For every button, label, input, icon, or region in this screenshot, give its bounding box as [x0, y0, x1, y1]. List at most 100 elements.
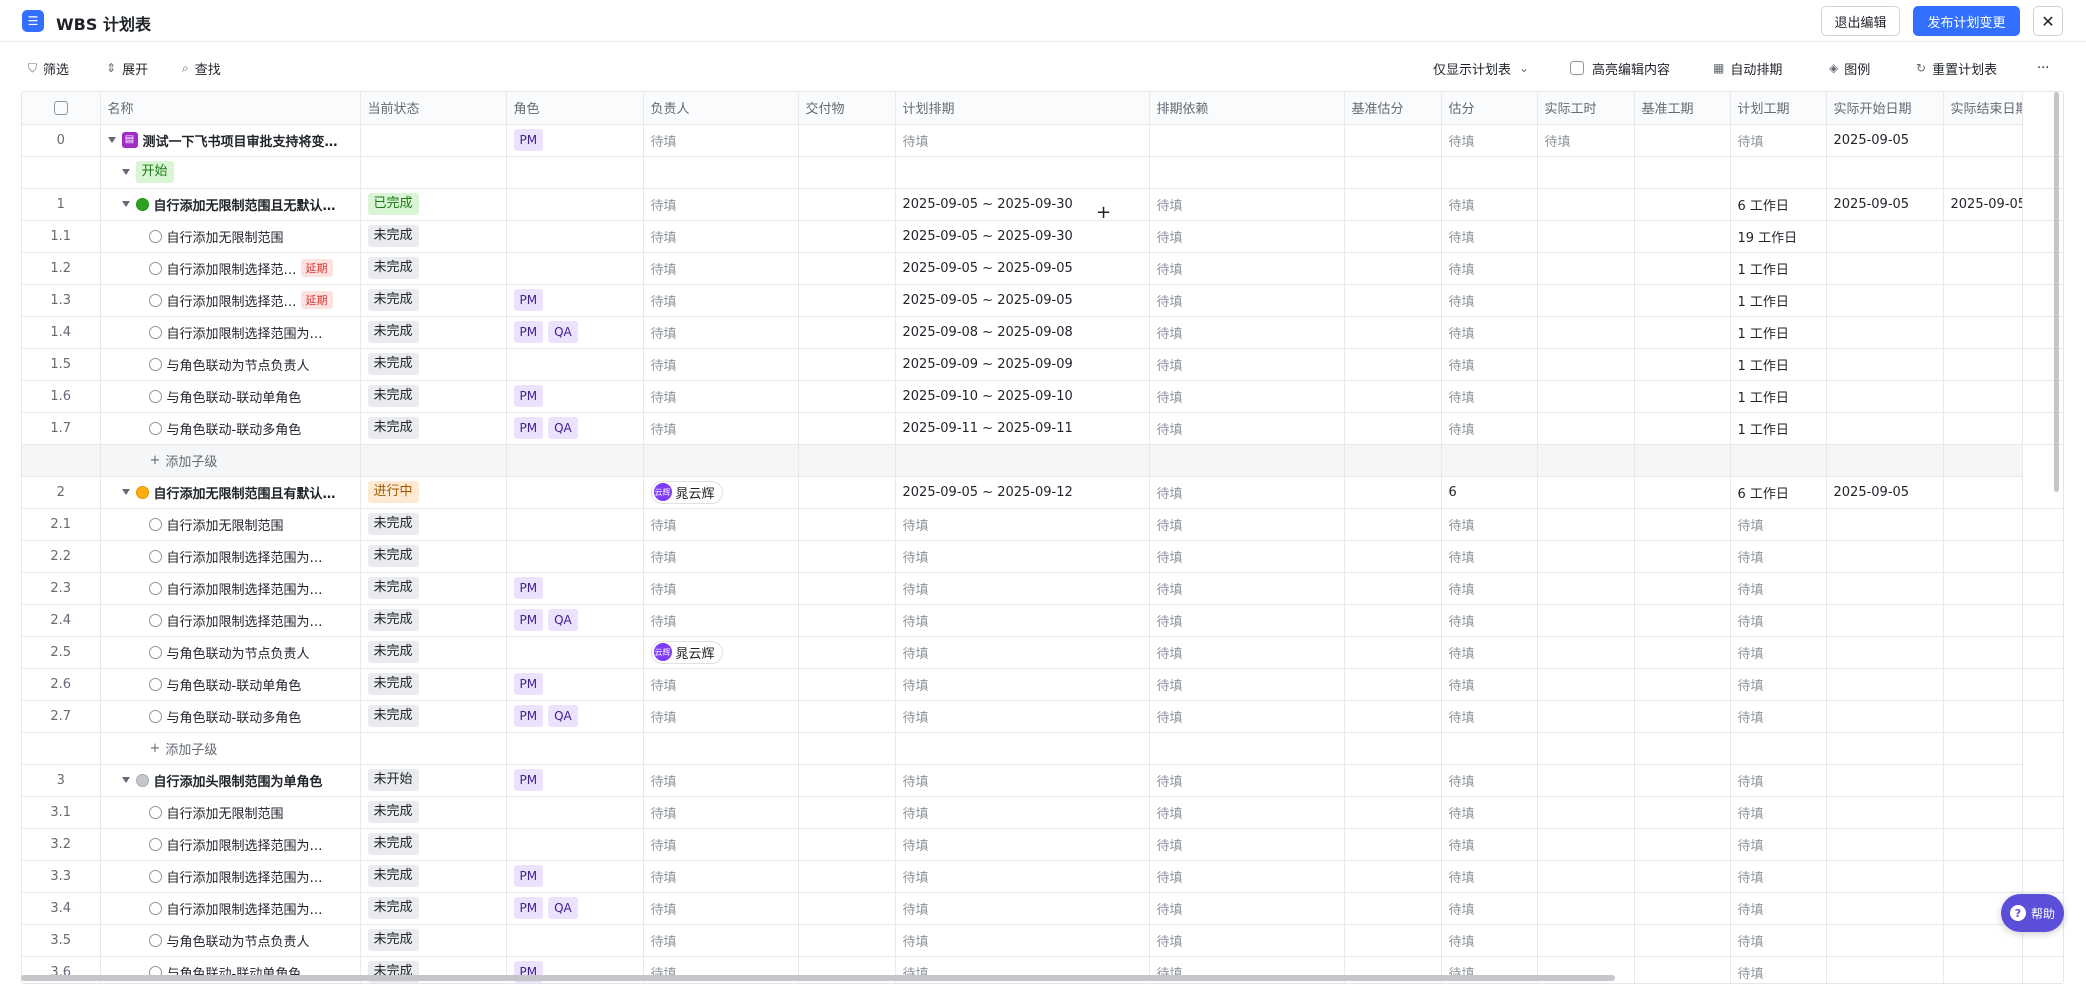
plan-schedule-cell[interactable]: 待填 — [895, 892, 1150, 925]
actual-end-cell[interactable] — [1943, 380, 2023, 413]
status-cell[interactable]: 未完成 — [360, 604, 507, 637]
column-header[interactable]: 基准估分 — [1344, 92, 1442, 125]
table-row[interactable]: 3.1 自行添加无限制范围 未完成 待填 待填 待填 待填 待填 — [22, 796, 2063, 829]
exit-edit-button[interactable]: 退出编辑 — [1821, 6, 1900, 36]
plan-duration-cell[interactable]: 待填 — [1730, 508, 1827, 541]
baseline-estimate-cell[interactable] — [1344, 572, 1442, 605]
plan-schedule-cell[interactable]: 待填 — [895, 572, 1150, 605]
estimate-cell[interactable]: 待填 — [1441, 252, 1538, 285]
dependency-cell[interactable]: 待填 — [1149, 892, 1345, 925]
status-circle-icon[interactable] — [148, 389, 162, 403]
baseline-duration-cell[interactable] — [1634, 604, 1731, 637]
table-row[interactable]: 2.2 自行添加限制选择范围为… 未完成 待填 待填 待填 待填 待填 — [22, 540, 2063, 573]
plan-duration-cell[interactable]: 待填 — [1730, 828, 1827, 861]
actual-end-cell[interactable] — [1943, 220, 2023, 253]
user-chip[interactable]: 云辉 晁云辉 — [650, 640, 723, 664]
name-cell[interactable]: 自行添加限制选择范围为… — [100, 316, 361, 349]
estimate-cell[interactable]: 待填 — [1441, 572, 1538, 605]
owner-cell[interactable]: 待填 — [643, 124, 799, 157]
baseline-estimate-cell[interactable] — [1344, 636, 1442, 669]
dependency-cell[interactable]: 待填 — [1149, 508, 1345, 541]
estimate-cell[interactable]: 待填 — [1441, 828, 1538, 861]
owner-cell[interactable]: 待填 — [643, 412, 799, 445]
actual-start-cell[interactable] — [1826, 604, 1944, 637]
collapse-arrow-icon[interactable] — [107, 137, 116, 143]
name-cell[interactable]: 自行添加无限制范围 — [100, 508, 361, 541]
actual-hours-cell[interactable] — [1537, 796, 1635, 829]
estimate-cell[interactable]: 待填 — [1441, 284, 1538, 317]
actual-hours-cell[interactable] — [1537, 412, 1635, 445]
actual-hours-cell[interactable]: 待填 — [1537, 124, 1635, 157]
table-row[interactable]: 1.7 与角色联动-联动多角色 未完成 PM QA 待填 2025-09-11 ~ 2025… — [22, 412, 2063, 445]
status-cell[interactable]: 进行中 — [360, 476, 507, 509]
roles-cell[interactable] — [506, 828, 644, 861]
baseline-duration-cell[interactable] — [1634, 764, 1731, 797]
roles-cell[interactable]: PM — [506, 668, 644, 701]
table-row[interactable]: 1.2 自行添加限制选择范… 延期 未完成 待填 2025-09-05 ~ 2025-09… — [22, 252, 2063, 285]
plan-duration-cell[interactable]: 待填 — [1730, 860, 1827, 893]
plan-duration-cell[interactable]: 待填 — [1730, 668, 1827, 701]
actual-hours-cell[interactable] — [1537, 316, 1635, 349]
horizontal-scrollbar[interactable] — [21, 975, 1615, 981]
baseline-estimate-cell[interactable] — [1344, 188, 1442, 221]
name-cell[interactable]: 与角色联动为节点负责人 — [100, 924, 361, 957]
column-header[interactable]: 角色 — [506, 92, 644, 125]
baseline-duration-cell[interactable] — [1634, 348, 1731, 381]
baseline-estimate-cell[interactable] — [1344, 796, 1442, 829]
table-row[interactable]: 2.6 与角色联动-联动单角色 未完成 PM 待填 待填 待填 待填 待填 — [22, 668, 2063, 701]
owner-cell[interactable]: 待填 — [643, 508, 799, 541]
add-child-label[interactable]: 添加子级 — [165, 451, 217, 470]
actual-end-cell[interactable] — [1943, 156, 2023, 189]
baseline-duration-cell[interactable] — [1634, 124, 1731, 157]
actual-start-cell[interactable] — [1826, 956, 1944, 983]
actual-end-cell[interactable] — [1943, 668, 2023, 701]
status-cell[interactable]: 未完成 — [360, 252, 507, 285]
baseline-estimate-cell[interactable] — [1344, 892, 1442, 925]
table-row[interactable]: 0 ▤ 测试一下飞书项目审批支持将变… PM 待填 待填 待填 待填 待填 2025-09-05 — [22, 124, 2063, 157]
plan-schedule-cell[interactable]: 2025-09-05 ~ 2025-09-30 — [895, 220, 1150, 253]
actual-start-cell[interactable] — [1826, 316, 1944, 349]
baseline-duration-cell[interactable] — [1634, 284, 1731, 317]
actual-end-cell[interactable] — [1943, 124, 2023, 157]
plan-duration-cell[interactable]: 19 工作日 — [1730, 220, 1827, 253]
name-cell[interactable]: 与角色联动-联动多角色 — [100, 412, 361, 445]
actual-hours-cell[interactable] — [1537, 348, 1635, 381]
baseline-estimate-cell[interactable] — [1344, 412, 1442, 445]
roles-cell[interactable] — [506, 796, 644, 829]
owner-cell[interactable]: 待填 — [643, 892, 799, 925]
name-cell[interactable]: 自行添加无限制范围 — [100, 796, 361, 829]
baseline-duration-cell[interactable] — [1634, 220, 1731, 253]
highlight-edit-toggle[interactable]: 高亮编辑内容 — [1570, 53, 1670, 83]
status-circle-icon[interactable] — [148, 517, 162, 531]
deliverable-cell[interactable] — [798, 828, 896, 861]
column-header[interactable]: 实际工时 — [1537, 92, 1635, 125]
actual-start-cell[interactable] — [1826, 508, 1944, 541]
roles-cell[interactable]: PM — [506, 764, 644, 797]
name-cell[interactable]: 自行添加限制选择范… 延期 — [100, 284, 361, 317]
estimate-cell[interactable]: 6 — [1441, 476, 1538, 509]
status-cell[interactable]: 未完成 — [360, 220, 507, 253]
roles-cell[interactable]: PM — [506, 380, 644, 413]
collapse-arrow-icon[interactable] — [121, 489, 130, 495]
deliverable-cell[interactable] — [798, 476, 896, 509]
actual-start-cell[interactable] — [1826, 828, 1944, 861]
baseline-duration-cell[interactable] — [1634, 860, 1731, 893]
owner-cell[interactable]: 待填 — [643, 572, 799, 605]
actual-end-cell[interactable] — [1943, 412, 2023, 445]
status-circle-icon[interactable] — [148, 357, 162, 371]
roles-cell[interactable] — [506, 188, 644, 221]
actual-hours-cell[interactable] — [1537, 924, 1635, 957]
estimate-cell[interactable]: 待填 — [1441, 924, 1538, 957]
status-cell[interactable]: 未完成 — [360, 284, 507, 317]
table-row[interactable]: 开始 — [22, 156, 2063, 189]
dependency-cell[interactable] — [1149, 124, 1345, 157]
owner-cell[interactable]: 待填 — [643, 316, 799, 349]
baseline-estimate-cell[interactable] — [1344, 380, 1442, 413]
estimate-cell[interactable]: 待填 — [1441, 508, 1538, 541]
status-cell[interactable]: 已完成 — [360, 188, 507, 221]
owner-cell[interactable]: 云辉 晁云辉 — [643, 636, 799, 669]
owner-cell[interactable]: 待填 — [643, 668, 799, 701]
name-cell[interactable]: 与角色联动为节点负责人 — [100, 636, 361, 669]
status-circle-icon[interactable] — [148, 645, 162, 659]
roles-cell[interactable]: PM — [506, 572, 644, 605]
